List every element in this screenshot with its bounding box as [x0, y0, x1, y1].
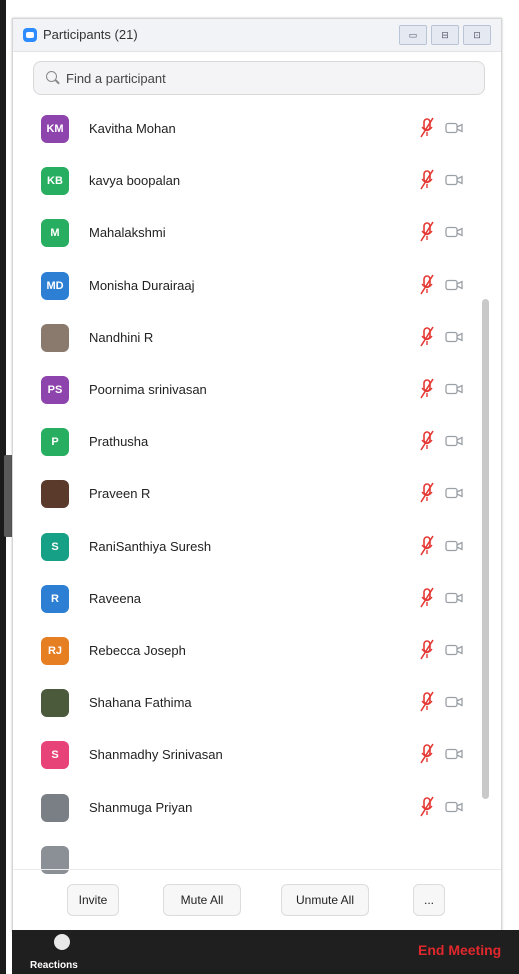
camera-off-icon[interactable]	[445, 279, 463, 291]
participants-window: Participants (21) ▭ ⊟ ⊡ KMKavitha MohanK…	[12, 18, 502, 932]
zoom-app-icon	[23, 28, 37, 42]
avatar: M	[41, 219, 69, 248]
mic-muted-icon[interactable]	[420, 691, 434, 713]
participant-name: Monisha Durairaaj	[89, 277, 195, 293]
participant-name: kavya boopalan	[89, 173, 181, 189]
avatar: PS	[41, 376, 69, 404]
camera-off-icon[interactable]	[445, 540, 463, 552]
camera-off-icon[interactable]	[445, 592, 463, 604]
participant-name: Shanmadhy Srinivasan	[89, 747, 223, 763]
reactions-icon[interactable]	[54, 934, 70, 950]
participant-row[interactable]: Shanmuga Priyan	[13, 782, 473, 834]
participant-name: RaniSanthiya Suresh	[89, 538, 212, 554]
window-title: Participants (21)	[43, 27, 138, 42]
participant-name: Poornima srinivasan	[89, 382, 207, 397]
avatar: MD	[41, 271, 69, 300]
participant-row[interactable]: KB kavya boopalan	[13, 155, 473, 207]
camera-off-icon[interactable]	[445, 174, 463, 186]
camera-off-icon[interactable]	[445, 801, 463, 813]
reactions-label[interactable]: Reactions	[30, 960, 78, 971]
avatar	[41, 323, 69, 352]
camera-off-icon[interactable]	[445, 331, 463, 343]
participant-name: Raveena	[89, 590, 142, 606]
camera-off-icon[interactable]	[445, 487, 463, 499]
participant-row[interactable]: Nandhini R	[13, 312, 473, 364]
camera-off-icon[interactable]	[445, 226, 463, 238]
more-button[interactable]: ...	[413, 884, 445, 916]
avatar	[41, 793, 69, 822]
participant-row[interactable]: Praveen R	[13, 468, 473, 520]
participant-name: Prathusha	[89, 434, 149, 450]
mic-muted-icon[interactable]	[420, 274, 434, 296]
mic-muted-icon[interactable]	[420, 378, 434, 400]
camera-off-icon[interactable]	[445, 644, 463, 656]
mic-muted-icon[interactable]	[420, 221, 434, 243]
mic-muted-icon[interactable]	[420, 430, 434, 452]
participant-name: Nandhini R	[89, 329, 154, 345]
avatar	[41, 480, 69, 509]
participant-list: KM Kavitha Mohan KB kavya boopalan M Mahalaks…	[13, 103, 501, 875]
avatar: S	[41, 532, 69, 561]
mic-muted-icon[interactable]	[420, 796, 434, 818]
minimize-button[interactable]: ▭	[399, 25, 427, 45]
mute-all-button[interactable]: Mute All	[163, 884, 241, 916]
mic-muted-icon[interactable]	[420, 169, 434, 191]
avatar: KB	[41, 167, 69, 196]
search-input[interactable]	[64, 62, 468, 94]
avatar: S	[41, 741, 69, 770]
search-box	[33, 61, 485, 95]
popout-button[interactable]: ⊟	[431, 25, 459, 45]
avatar: RJ	[41, 637, 69, 665]
search-icon	[46, 71, 57, 82]
mic-muted-icon[interactable]	[420, 482, 434, 504]
participant-name: Shanmuga Priyan	[89, 799, 193, 815]
footer: Invite Mute All Unmute All ...	[13, 869, 501, 932]
camera-off-icon[interactable]	[445, 435, 463, 447]
participant-name: Praveen R	[89, 486, 151, 502]
participant-row[interactable]: MD Monisha Durairaaj	[13, 260, 473, 312]
participant-row[interactable]: M Mahalakshmi	[13, 207, 473, 259]
invite-button[interactable]: Invite	[67, 884, 119, 916]
mic-muted-icon[interactable]	[420, 743, 434, 765]
participant-row[interactable]: PS Poornima srinivasan	[13, 364, 473, 416]
participant-row[interactable]: P Prathusha	[13, 416, 473, 468]
mic-muted-icon[interactable]	[420, 639, 434, 661]
unmute-all-button[interactable]: Unmute All	[281, 884, 369, 916]
participant-row[interactable]: R Raveena	[13, 573, 473, 625]
mic-muted-icon[interactable]	[420, 587, 434, 609]
mic-muted-icon[interactable]	[420, 326, 434, 348]
camera-off-icon[interactable]	[445, 748, 463, 760]
participant-name: Shahana Fathima	[89, 695, 192, 711]
mic-muted-icon[interactable]	[420, 117, 434, 139]
participant-name: Mahalakshmi	[89, 225, 166, 241]
restore-button[interactable]: ⊡	[463, 25, 491, 45]
camera-off-icon[interactable]	[445, 122, 463, 134]
mic-muted-icon[interactable]	[420, 535, 434, 557]
avatar	[41, 689, 69, 718]
camera-off-icon[interactable]	[445, 383, 463, 395]
title-bar: Participants (21) ▭ ⊟ ⊡	[13, 19, 501, 52]
avatar: P	[41, 428, 69, 457]
end-meeting-button[interactable]: End Meeting	[418, 942, 501, 958]
avatar: KM	[41, 115, 69, 143]
participant-row[interactable]: RJ Rebecca Joseph	[13, 625, 473, 677]
avatar: R	[41, 584, 69, 613]
participant-row[interactable]: KM Kavitha Mohan	[13, 103, 473, 155]
participant-name: Kavitha Mohan	[89, 121, 176, 136]
scrollbar[interactable]	[482, 299, 489, 799]
participant-row[interactable]: S Shanmadhy Srinivasan	[13, 729, 473, 781]
meeting-toolbar: Reactions End Meeting	[12, 930, 519, 974]
participant-row[interactable]: Shahana Fathima	[13, 677, 473, 729]
camera-off-icon[interactable]	[445, 696, 463, 708]
participant-row[interactable]: S RaniSanthiya Suresh	[13, 521, 473, 573]
participant-name: Rebecca Joseph	[89, 643, 186, 658]
